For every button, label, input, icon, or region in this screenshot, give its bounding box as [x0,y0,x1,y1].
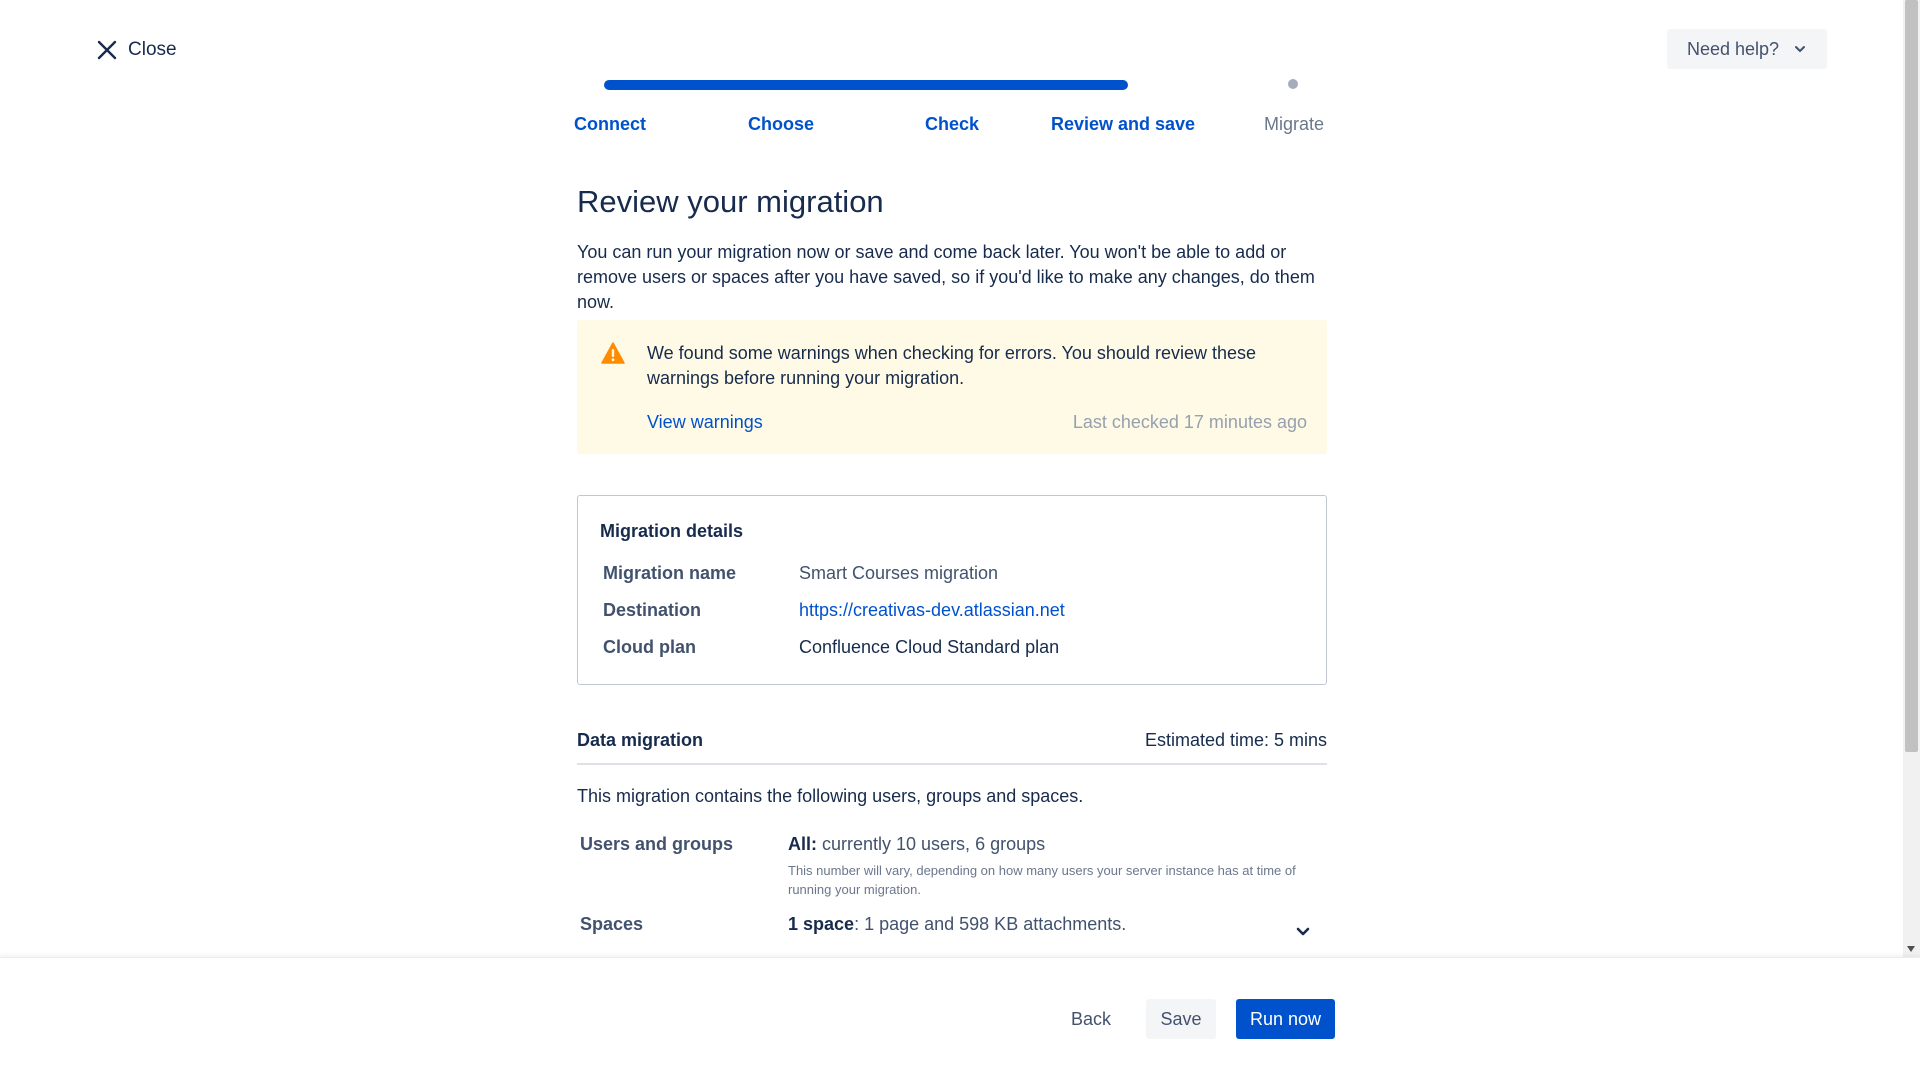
step-check[interactable]: Check [925,114,979,135]
migration-details-card: Migration details Migration name Smart C… [577,495,1327,685]
progress-bar [604,80,1128,90]
page-intro: You can run your migration now or save a… [577,242,1315,312]
detail-row-destination: Destination https://creativas-dev.atlass… [603,598,1065,622]
users-note: This number will vary, depending on how … [788,863,1296,897]
footer-bar: Back Save Run now [0,957,1920,1081]
back-button[interactable]: Back [1059,999,1123,1039]
data-migration-title: Data migration [577,730,704,750]
step-choose[interactable]: Choose [748,114,814,135]
estimated-time: Estimated time: 5 mins [1144,730,1327,750]
detail-row-cloud-plan: Cloud plan Confluence Cloud Standard pla… [603,635,1059,659]
page-title: Review your migration [577,184,884,219]
close-icon [97,40,117,60]
warning-banner: We found some warnings when checking for… [577,320,1327,454]
spaces-label: Spaces [580,914,644,934]
warning-text: We found some warnings when checking for… [647,343,1257,388]
last-checked-text: Last checked 17 minutes ago [1072,412,1307,432]
save-button[interactable]: Save [1146,999,1216,1039]
destination-link[interactable]: https://creativas-dev.atlassian.net [799,600,1065,621]
run-now-button[interactable]: Run now [1236,999,1335,1039]
warning-icon [601,342,625,364]
detail-label: Destination [603,599,702,620]
close-label: Close [128,39,177,60]
detail-label: Migration name [603,562,737,583]
spaces-value-bold: 1 space [788,914,855,934]
chevron-down-icon [1795,46,1806,52]
data-migration-header: Data migration Estimated time: 5 mins [577,727,1327,765]
scroll-down-arrow-icon[interactable] [1907,946,1915,952]
users-value-text: currently 10 users, 6 groups [817,834,1046,854]
users-value-bold: All: [788,834,817,854]
users-and-groups-value: All: currently 10 users, 6 groups [788,834,1045,855]
step-migrate: Migrate [1263,114,1325,134]
need-help-button[interactable]: Need help? [1667,29,1827,69]
spaces-value: 1 space: 1 page and 598 KB attachments. [788,914,1126,935]
spaces-value-text: : 1 page and 598 KB attachments. [854,914,1127,934]
detail-value: Confluence Cloud Standard plan [799,636,1060,657]
close-button[interactable]: Close [96,36,177,64]
scrollbar[interactable] [1903,0,1920,958]
spaces-expand-chevron-icon[interactable] [1293,922,1313,942]
scrollbar-thumb[interactable] [1905,0,1918,752]
detail-row-migration-name: Migration name Smart Courses migration [603,561,998,585]
step-review-and-save[interactable]: Review and save [1051,114,1195,135]
detail-value: Smart Courses migration [799,562,999,583]
data-migration-intro: This migration contains the following us… [577,786,1084,806]
need-help-label: Need help? [1686,38,1780,59]
view-warnings-link[interactable]: View warnings [647,412,763,433]
migration-details-title: Migration details [600,521,744,541]
detail-label: Cloud plan [603,636,696,657]
users-and-groups-label: Users and groups [580,834,734,854]
step-connect[interactable]: Connect [574,114,646,135]
progress-step-dot [1288,79,1298,89]
